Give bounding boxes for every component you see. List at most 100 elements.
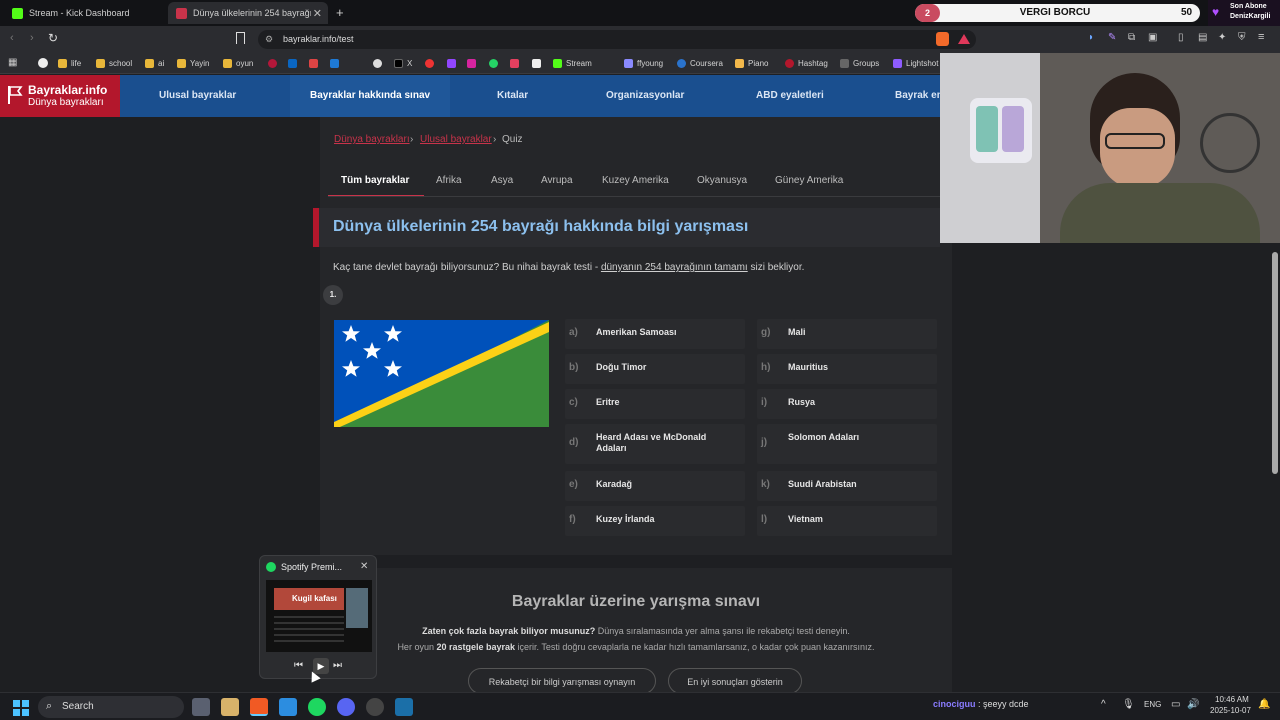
menu-icon[interactable]: ≡ <box>1258 31 1264 43</box>
nav-ulusal-bayraklar[interactable]: Ulusal bayraklar <box>159 75 236 117</box>
google-icon[interactable] <box>38 58 48 68</box>
photos-icon[interactable] <box>279 698 297 716</box>
extensions-icon[interactable]: ⧉ <box>1128 32 1135 43</box>
chevron-up-icon[interactable]: ^ <box>1101 699 1106 710</box>
url-field[interactable]: ⚙ bayraklar.info/test <box>258 30 976 49</box>
nav-sinav[interactable]: Bayraklar hakkında sınav <box>290 75 451 117</box>
pen-icon[interactable]: ✎ <box>1108 32 1116 43</box>
scrollbar-thumb[interactable] <box>1272 252 1278 474</box>
tab-avrupa[interactable]: Avrupa <box>541 175 573 186</box>
volume-icon[interactable]: 🔊 <box>1187 699 1199 710</box>
whatsapp-icon[interactable] <box>489 59 498 68</box>
gmail-icon[interactable] <box>309 59 318 68</box>
bookmark-life[interactable]: life <box>58 57 81 70</box>
bookmark-stream[interactable]: Stream <box>553 57 592 70</box>
hashtag-icon <box>785 59 794 68</box>
close-icon[interactable]: ✕ <box>360 561 368 572</box>
bookmark-icon[interactable] <box>236 32 245 44</box>
linkedin-icon[interactable] <box>288 59 297 68</box>
screenshot-icon[interactable]: ▣ <box>1148 32 1157 43</box>
breadcrumb-ulusal-bayraklar[interactable]: Ulusal bayraklar <box>420 134 492 145</box>
tab-afrika[interactable]: Afrika <box>436 175 462 186</box>
next-track-icon[interactable]: ⏭ <box>333 660 342 671</box>
page-scrollbar[interactable] <box>1270 244 1280 692</box>
bookmark-hashtag[interactable]: Hashtag <box>785 57 828 70</box>
new-tab-button[interactable]: + <box>336 5 344 20</box>
intro-text: Kaç tane devlet bayrağı biliyorsunuz? Bu… <box>333 262 805 273</box>
app-icon[interactable] <box>532 59 541 68</box>
coursera-icon <box>677 59 686 68</box>
steam-icon[interactable] <box>395 698 413 716</box>
bookmark-school[interactable]: school <box>96 57 132 70</box>
competitive-quiz-button[interactable]: Rekabetçi bir bilgi yarışması oynayın <box>468 668 656 694</box>
bookmark-x[interactable]: X <box>394 57 412 70</box>
twitch-icon[interactable] <box>447 59 456 68</box>
bookmark-ffyoung[interactable]: ffyoung <box>624 57 663 70</box>
breadcrumb-separator: › <box>493 134 497 145</box>
bookmark-ai[interactable]: ai <box>145 57 164 70</box>
answer-option[interactable] <box>757 424 937 464</box>
bookmark-piano[interactable]: Piano <box>735 57 768 70</box>
task-view-icon[interactable] <box>192 698 210 716</box>
breadcrumb-dunya-bayraklari[interactable]: Dünya bayrakları <box>334 134 410 145</box>
tab-kick-dashboard[interactable]: Stream - Kick Dashboard <box>4 2 164 24</box>
bookmark-coursera[interactable]: Coursera <box>677 57 723 70</box>
folder-icon <box>96 59 105 68</box>
tab-okyanusya[interactable]: Okyanusya <box>697 175 747 186</box>
instagram-icon[interactable] <box>467 59 476 68</box>
leo-ai-icon[interactable]: ✦ <box>1218 32 1226 43</box>
bookmark-lightshot[interactable]: Lightshot <box>893 57 938 70</box>
language-indicator[interactable]: ENG <box>1144 700 1161 709</box>
tumblr-icon[interactable] <box>510 59 519 68</box>
back-icon[interactable]: ‹ <box>10 32 14 44</box>
brave-rewards-icon[interactable] <box>958 34 970 44</box>
brave-shields-icon[interactable] <box>936 32 949 46</box>
sidebar-icon[interactable]: ▯ <box>1178 32 1184 43</box>
bookmark-groups[interactable]: Groups <box>840 57 879 70</box>
bayraklar-favicon-icon <box>176 7 187 19</box>
site-icon[interactable] <box>268 59 277 68</box>
spotify-taskbar-icon[interactable] <box>308 698 326 716</box>
discord-icon[interactable] <box>337 698 355 716</box>
network-icon[interactable]: ▭ <box>1171 699 1180 710</box>
tab-bayraklar[interactable]: Dünya ülkelerinin 254 bayrağı hakkında ✕ <box>168 2 328 24</box>
taskbar-search[interactable]: ⌕ Search <box>38 696 184 718</box>
forward-icon[interactable]: › <box>30 32 34 44</box>
tab-guney-amerika[interactable]: Güney Amerika <box>775 175 843 186</box>
apps-grid-icon[interactable]: ▦ <box>8 57 17 68</box>
microphone-icon[interactable]: 🎙 <box>1122 699 1135 710</box>
opera-icon[interactable] <box>425 59 434 68</box>
nav-kitalar[interactable]: Kıtalar <box>497 75 528 117</box>
brave-browser-icon[interactable] <box>250 698 268 716</box>
tab-tum-bayraklar[interactable]: Tüm bayraklar <box>341 175 409 186</box>
option-letter: l) <box>761 514 768 525</box>
site-settings-icon[interactable]: ⚙ <box>265 30 273 49</box>
wallet-panel-icon[interactable]: ▤ <box>1198 32 1207 43</box>
clock-date[interactable]: 2025-10-07 <box>1210 706 1251 715</box>
tab-kuzey-amerika[interactable]: Kuzey Amerika <box>602 175 669 186</box>
last-subscriber-panel: ♥ Son Abone DenizKargili <box>1208 0 1280 26</box>
wallet-icon[interactable]: ◗ <box>1088 32 1094 43</box>
file-explorer-icon[interactable] <box>221 698 239 716</box>
reload-icon[interactable]: ↻ <box>48 31 58 45</box>
previous-track-icon[interactable]: ⏮ <box>294 660 303 671</box>
bookmark-oyun[interactable]: oyun <box>223 57 253 70</box>
best-results-button[interactable]: En iyi sonuçları gösterin <box>668 668 802 694</box>
nav-bayrak-em[interactable]: Bayrak em <box>895 75 940 117</box>
site-logo[interactable]: Bayraklar.info Dünya bayrakları <box>0 75 120 117</box>
vpn-icon[interactable]: ⛨ <box>1238 32 1246 43</box>
bookmark-yayin[interactable]: Yayin <box>177 57 209 70</box>
windows-start-icon[interactable] <box>13 700 29 716</box>
intro-link[interactable]: dünyanın 254 bayrağının tamamı <box>601 262 748 273</box>
close-icon[interactable]: ✕ <box>313 7 322 20</box>
clock-time[interactable]: 10:46 AM <box>1215 695 1249 704</box>
nav-organizasyonlar[interactable]: Organizasyonlar <box>606 75 684 117</box>
outlook-icon[interactable] <box>330 59 339 68</box>
nav-abd-eyaletleri[interactable]: ABD eyaletleri <box>756 75 824 117</box>
spotify-preview-popup[interactable]: Spotify Premi... ✕ Kugil kafası ⏮ ▶ ⏭ <box>259 555 377 679</box>
tab-asya[interactable]: Asya <box>491 175 513 186</box>
chrome-icon[interactable] <box>373 59 382 68</box>
notifications-icon[interactable]: 🔔 <box>1258 699 1270 710</box>
goal-label: VERGI BORCU <box>1019 7 1091 18</box>
obs-icon[interactable] <box>366 698 384 716</box>
